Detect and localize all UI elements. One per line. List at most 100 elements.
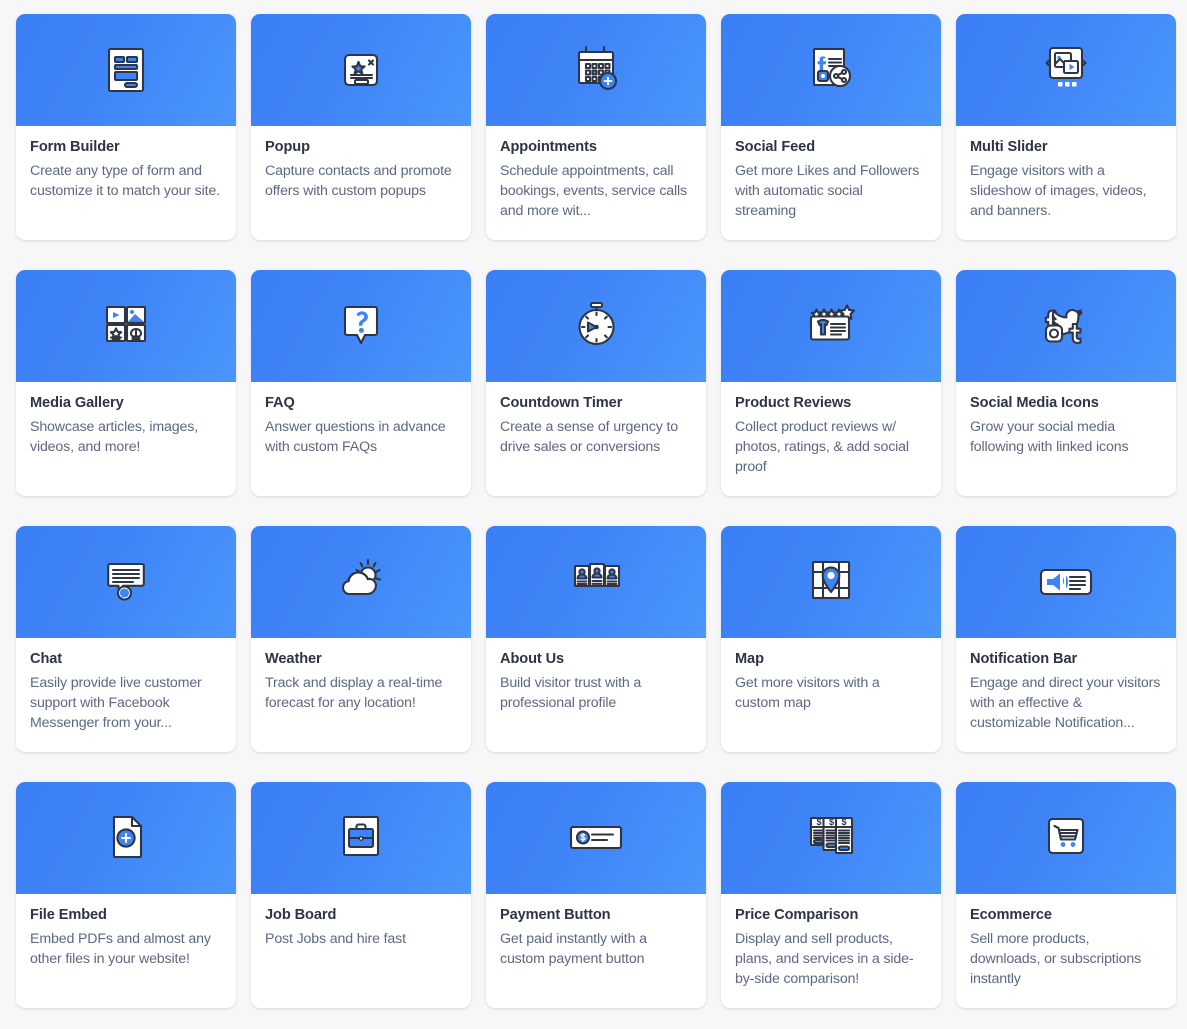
card-media: $ $ $ [721,782,941,894]
app-description: Track and display a real-time forecast f… [265,675,443,711]
app-card-grid: Form Builder Create any type of form and… [0,0,1187,1008]
popup-icon [332,41,390,99]
card-body: About Us Build visitor trust with a prof… [486,638,706,752]
app-card-ecommerce[interactable]: Ecommerce Sell more products, downloads,… [956,782,1176,1008]
product-reviews-icon [800,297,862,355]
app-card-notification-bar[interactable]: Notification Bar Engage and direct your … [956,526,1176,752]
app-card-about-us[interactable]: About Us Build visitor trust with a prof… [486,526,706,752]
card-media [251,782,471,894]
card-body: Chat Easily provide live customer suppor… [16,638,236,752]
app-description: Schedule appointments, call bookings, ev… [500,163,687,219]
card-body: Price Comparison Display and sell produc… [721,894,941,1008]
card-media [16,270,236,382]
card-media [16,526,236,638]
app-card-chat[interactable]: Chat Easily provide live customer suppor… [16,526,236,752]
card-media [956,526,1176,638]
form-builder-icon [97,41,155,99]
chat-bubble-icon [97,553,155,611]
app-card-file-embed[interactable]: File Embed Embed PDFs and almost any oth… [16,782,236,1008]
card-media [251,14,471,126]
card-body: Payment Button Get paid instantly with a… [486,894,706,1008]
app-card-social-media-icons[interactable]: Social Media Icons Grow your social medi… [956,270,1176,496]
app-description: Post Jobs and hire fast [265,931,406,947]
app-card-map[interactable]: Map Get more visitors with a custom map [721,526,941,752]
ecommerce-cart-icon [1037,809,1095,867]
multi-slider-icon [1036,40,1096,100]
app-description: Create any type of form and customize it… [30,163,220,199]
app-title: Product Reviews [735,395,852,411]
app-card-faq[interactable]: FAQ Answer questions in advance with cus… [251,270,471,496]
card-body: Social Feed Get more Likes and Followers… [721,126,941,240]
app-card-social-feed[interactable]: Social Feed Get more Likes and Followers… [721,14,941,240]
social-feed-icon [802,41,860,99]
app-title: Form Builder [30,139,120,155]
app-description: Showcase articles, images, videos, and m… [30,419,198,455]
card-media [721,14,941,126]
job-board-briefcase-icon [332,809,390,867]
card-media [16,14,236,126]
app-description: Capture contacts and promote offers with… [265,163,452,199]
app-title: File Embed [30,907,107,923]
price-comparison-icon: $ $ $ [800,809,862,867]
app-title: Popup [265,139,310,155]
countdown-timer-icon [567,297,625,355]
map-pin-icon [802,553,860,611]
app-title: Payment Button [500,907,611,923]
card-body: Popup Capture contacts and promote offer… [251,126,471,240]
app-description: Get more visitors with a custom map [735,675,880,711]
card-body: File Embed Embed PDFs and almost any oth… [16,894,236,1008]
app-card-appointments[interactable]: Appointments Schedule appointments, call… [486,14,706,240]
card-body: Weather Track and display a real-time fo… [251,638,471,752]
card-body: Appointments Schedule appointments, call… [486,126,706,240]
about-us-profiles-icon [565,553,627,611]
svg-text:$: $ [841,817,846,827]
app-title: Social Feed [735,139,816,155]
card-media [956,782,1176,894]
app-title: Map [735,651,764,667]
card-media [956,270,1176,382]
app-title: Ecommerce [970,907,1052,923]
app-card-price-comparison[interactable]: $ $ $ Price Comparison Display and sell … [721,782,941,1008]
app-description: Grow your social media following with li… [970,419,1129,455]
app-card-product-reviews[interactable]: Product Reviews Collect product reviews … [721,270,941,496]
media-gallery-icon [97,297,155,355]
card-body: Ecommerce Sell more products, downloads,… [956,894,1176,1008]
app-title: Chat [30,651,63,667]
app-description: Engage and direct your visitors with an … [970,675,1161,731]
payment-button-icon [563,820,629,856]
svg-text:$: $ [816,817,821,827]
app-title: Notification Bar [970,651,1078,667]
app-card-media-gallery[interactable]: Media Gallery Showcase articles, images,… [16,270,236,496]
app-description: Get more Likes and Followers with automa… [735,163,920,219]
card-body: Notification Bar Engage and direct your … [956,638,1176,752]
social-media-icons-icon [1034,297,1098,355]
card-body: Form Builder Create any type of form and… [16,126,236,240]
app-card-job-board[interactable]: Job Board Post Jobs and hire fast [251,782,471,1008]
card-media [721,526,941,638]
faq-question-icon [332,297,390,355]
app-description: Easily provide live customer support wit… [30,675,202,731]
app-title: About Us [500,651,565,667]
app-card-multi-slider[interactable]: Multi Slider Engage visitors with a slid… [956,14,1176,240]
app-description: Answer questions in advance with custom … [265,419,446,455]
card-media [956,14,1176,126]
app-title: Countdown Timer [500,395,623,411]
app-card-payment-button[interactable]: Payment Button Get paid instantly with a… [486,782,706,1008]
card-body: Map Get more visitors with a custom map [721,638,941,752]
app-title: Weather [265,651,322,667]
app-card-popup[interactable]: Popup Capture contacts and promote offer… [251,14,471,240]
app-card-form-builder[interactable]: Form Builder Create any type of form and… [16,14,236,240]
app-title: Appointments [500,139,597,155]
card-media [486,782,706,894]
card-body: Multi Slider Engage visitors with a slid… [956,126,1176,240]
app-title: Multi Slider [970,139,1048,155]
file-embed-icon [97,809,155,867]
card-media [251,526,471,638]
app-description: Get paid instantly with a custom payment… [500,931,647,967]
app-card-weather[interactable]: Weather Track and display a real-time fo… [251,526,471,752]
app-description: Create a sense of urgency to drive sales… [500,419,678,455]
card-media [251,270,471,382]
app-card-countdown-timer[interactable]: Countdown Timer Create a sense of urgenc… [486,270,706,496]
weather-cloud-sun-icon [330,553,392,611]
app-description: Engage visitors with a slideshow of imag… [970,163,1147,219]
